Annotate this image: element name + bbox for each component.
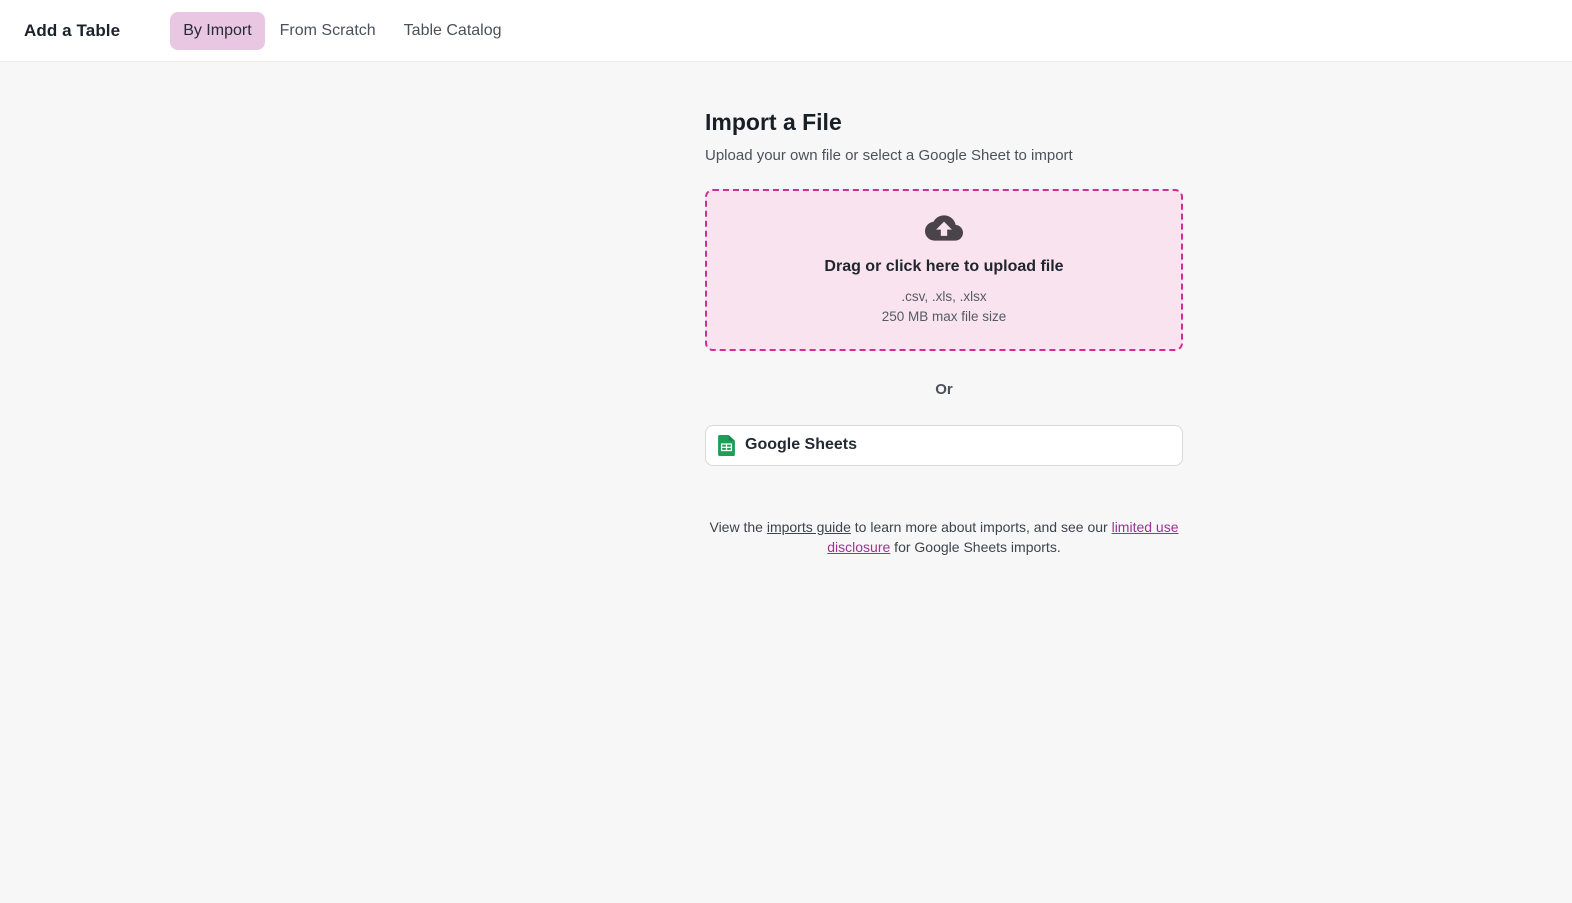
footer-text-middle: to learn more about imports, and see our xyxy=(850,518,1112,535)
tab-from-scratch[interactable]: From Scratch xyxy=(267,12,389,50)
google-sheets-icon xyxy=(718,434,735,456)
cloud-upload-icon xyxy=(925,215,963,246)
google-sheets-button-label: Google Sheets xyxy=(745,436,858,454)
footer-note: View the imports guide to learn more abo… xyxy=(705,517,1183,557)
page-subheading: Upload your own file or select a Google … xyxy=(705,146,1073,164)
dropzone-formats: .csv, .xls, .xlsx xyxy=(901,289,987,305)
tab-bar: By Import From Scratch Table Catalog xyxy=(170,11,515,50)
imports-guide-link[interactable]: imports guide xyxy=(767,519,851,535)
app-window: Add a Table By Import From Scratch Table… xyxy=(0,0,1572,903)
dropzone-max-size: 250 MB max file size xyxy=(881,309,1007,325)
google-sheets-button[interactable]: Google Sheets xyxy=(705,424,1183,466)
main-area: Import a File Upload your own file or se… xyxy=(0,62,1572,903)
page-title: Add a Table xyxy=(24,20,121,40)
import-panel: Import a File Upload your own file or se… xyxy=(705,109,1183,557)
page-heading: Import a File xyxy=(705,109,842,135)
tab-by-import[interactable]: By Import xyxy=(170,11,265,50)
dropzone-title: Drag or click here to upload file xyxy=(824,258,1064,276)
header: Add a Table By Import From Scratch Table… xyxy=(0,0,1572,62)
file-dropzone[interactable]: Drag or click here to upload file .csv, … xyxy=(705,188,1183,351)
footer-text-suffix: for Google Sheets imports. xyxy=(890,538,1061,555)
or-divider-label: Or xyxy=(935,380,953,398)
footer-text-prefix: View the xyxy=(709,518,767,535)
tab-table-catalog[interactable]: Table Catalog xyxy=(391,12,515,50)
